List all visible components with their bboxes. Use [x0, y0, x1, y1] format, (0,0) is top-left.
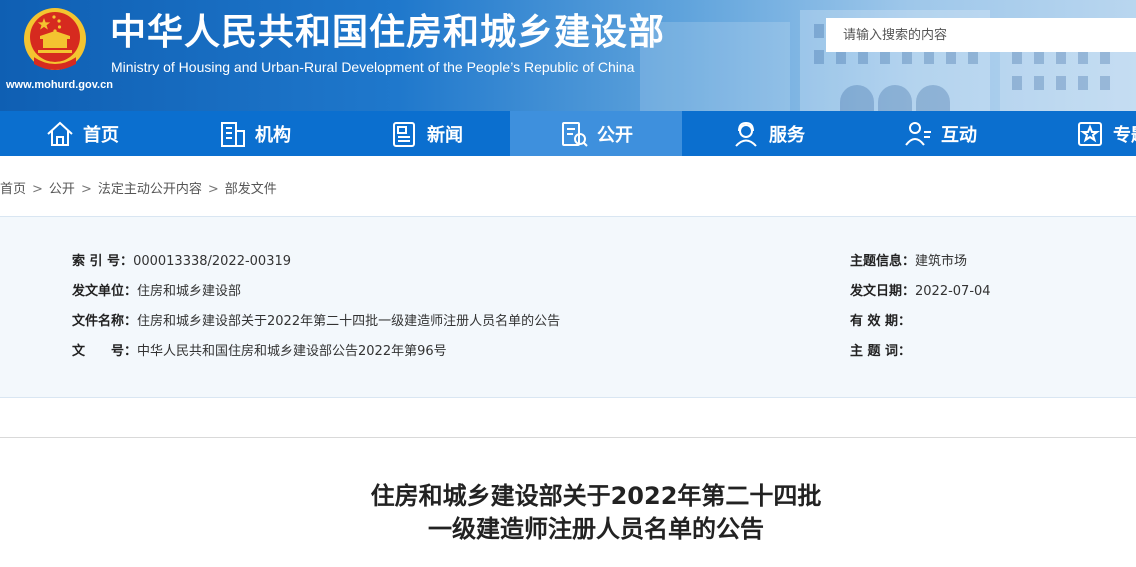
meta-label: 文 号： [72, 344, 138, 359]
nav-label: 公开 [597, 124, 633, 146]
meta-label: 发文日期： [850, 284, 916, 299]
service-icon [735, 121, 757, 147]
meta-value: 2022-07-04 [915, 284, 991, 299]
breadcrumb: 首页 > 公开 > 法定主动公开内容 > 部发文件 [0, 178, 277, 197]
content-divider [0, 437, 1136, 438]
document-metadata: 索 引 号：000013338/2022-00319 发文单位：住房和城乡建设部… [0, 216, 1136, 398]
nav-label: 新闻 [427, 124, 463, 146]
document-title: 住房和城乡建设部关于2022年第二十四批 一级建造师注册人员名单的公告 [0, 480, 1136, 546]
nav-label: 专题 [1113, 124, 1136, 146]
site-title-en: Ministry of Housing and Urban-Rural Deve… [111, 59, 635, 75]
interaction-icon [905, 121, 931, 146]
nav-item-home[interactable]: 首页 [0, 111, 168, 156]
breadcrumb-separator: > [80, 182, 92, 197]
nav-label: 机构 [255, 124, 291, 146]
nav-label: 互动 [941, 124, 977, 146]
meta-label: 发文单位： [72, 284, 138, 299]
meta-label: 有 效 期： [850, 314, 912, 329]
meta-label: 主题信息： [850, 254, 916, 269]
meta-doc-number: 文 号：中华人民共和国住房和城乡建设部公告2022年第96号 [72, 340, 447, 359]
document-title-line-2: 一级建造师注册人员名单的公告 [428, 515, 764, 543]
nav-item-public[interactable]: 公开 [510, 111, 682, 156]
meta-topic: 主题信息：建筑市场 [850, 250, 967, 269]
breadcrumb-separator: > [32, 182, 43, 197]
home-icon [47, 121, 73, 146]
meta-value: 建筑市场 [915, 254, 968, 269]
nav-item-interaction[interactable]: 互动 [854, 111, 1026, 156]
breadcrumb-ministry-documents[interactable]: 部发文件 [225, 182, 277, 197]
site-url[interactable]: www.mohurd.gov.cn [6, 79, 113, 91]
meta-filename: 文件名称：住房和城乡建设部关于2022年第二十四批一级建造师注册人员名单的公告 [72, 310, 560, 329]
nav-item-service[interactable]: 服务 [682, 111, 854, 156]
nav-item-topics[interactable]: 专题 [1026, 111, 1136, 156]
nav-label: 服务 [769, 124, 805, 146]
nav-item-news[interactable]: 新闻 [340, 111, 512, 156]
meta-value: 住房和城乡建设部 [137, 284, 242, 299]
meta-issuer: 发文单位：住房和城乡建设部 [72, 280, 241, 299]
meta-value: 000013338/2022-00319 [133, 254, 292, 269]
main-nav: 首页 机构 新闻 公开 服务 互动 专 [0, 111, 1136, 156]
national-emblem-icon[interactable] [22, 6, 88, 74]
meta-value: 住房和城乡建设部关于2022年第二十四批一级建造师注册人员名单的公告 [137, 314, 561, 329]
document-title-line-1: 住房和城乡建设部关于2022年第二十四批 [370, 482, 822, 510]
nav-item-institutions[interactable]: 机构 [168, 111, 340, 156]
meta-value: 中华人民共和国住房和城乡建设部公告2022年第96号 [137, 344, 447, 359]
building-icon [221, 121, 245, 147]
breadcrumb-separator: > [207, 182, 219, 197]
meta-date: 发文日期：2022-07-04 [850, 280, 991, 299]
breadcrumb-statutory[interactable]: 法定主动公开内容 [98, 182, 202, 197]
meta-label: 主 题 词： [850, 344, 912, 359]
meta-index-number: 索 引 号：000013338/2022-00319 [72, 250, 291, 269]
meta-label: 索 引 号： [72, 254, 134, 269]
site-header: www.mohurd.gov.cn 中华人民共和国住房和城乡建设部 Minist… [0, 0, 1136, 111]
site-title-cn: 中华人民共和国住房和城乡建设部 [110, 12, 666, 53]
nav-label: 首页 [83, 124, 119, 146]
news-icon [393, 121, 415, 147]
search-input[interactable] [826, 18, 1136, 52]
breadcrumb-home[interactable]: 首页 [0, 182, 26, 197]
breadcrumb-public[interactable]: 公开 [49, 182, 75, 197]
meta-keywords: 主 题 词： [850, 340, 911, 359]
topic-icon [1078, 121, 1102, 146]
document-icon [562, 121, 588, 147]
meta-validity: 有 效 期： [850, 310, 911, 329]
meta-label: 文件名称： [72, 314, 138, 329]
